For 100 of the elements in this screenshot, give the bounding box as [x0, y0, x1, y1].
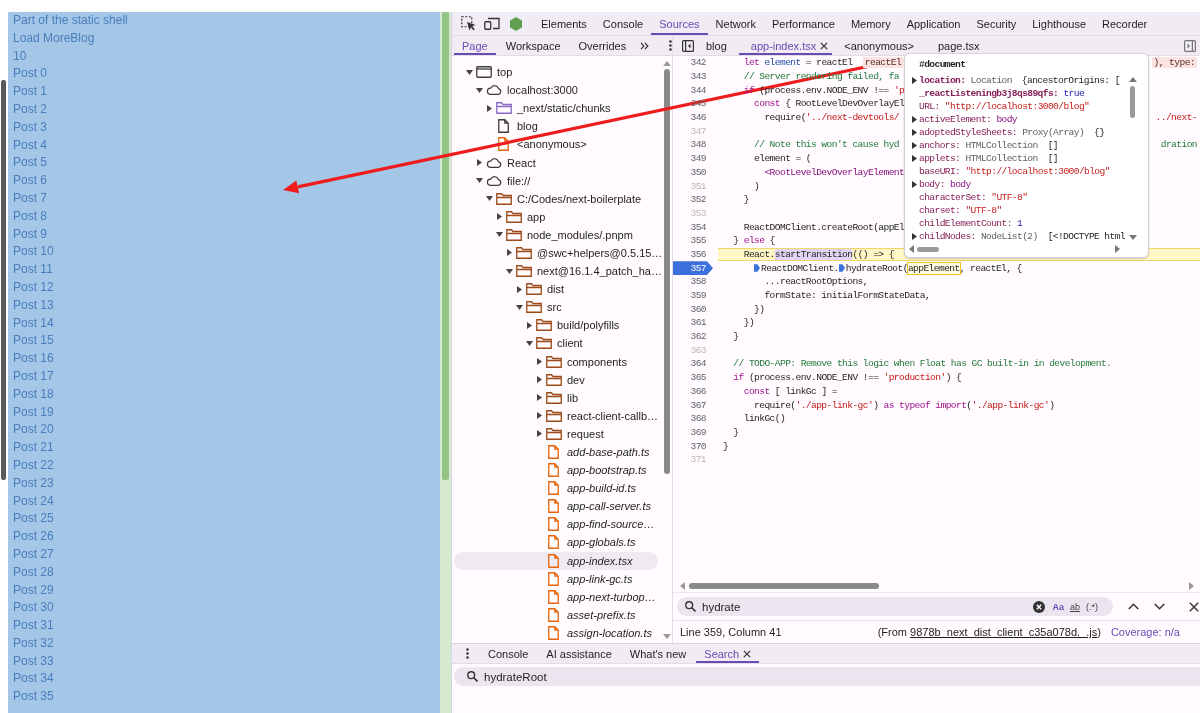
caret-right-icon[interactable]	[507, 249, 512, 257]
file-tab[interactable]: blog	[694, 36, 739, 55]
tree-item[interactable]: app-link-gc.ts	[454, 569, 658, 588]
line-number[interactable]: 345	[673, 97, 713, 111]
more-options-icon[interactable]	[466, 648, 469, 659]
panel-tab[interactable]: Application	[898, 12, 969, 35]
search-input[interactable]: hydrate	[702, 600, 1034, 613]
more-options-icon[interactable]	[669, 40, 672, 51]
caret-right-icon[interactable]	[527, 321, 532, 329]
caret-down-icon[interactable]	[516, 304, 523, 310]
tree-item[interactable]: add-base-path.ts	[454, 442, 658, 462]
tree-item[interactable]: app-globals.ts	[454, 533, 658, 552]
scroll-down-icon[interactable]	[663, 634, 671, 639]
caret-right-icon[interactable]	[537, 430, 542, 438]
line-number[interactable]: 359	[673, 288, 713, 303]
line-number[interactable]: 346	[673, 110, 713, 125]
scrollbar-thumb[interactable]	[689, 583, 879, 589]
line-number[interactable]: 361	[673, 316, 713, 330]
line-number[interactable]: 352	[673, 192, 713, 207]
tree-item[interactable]: client	[454, 334, 658, 353]
search-option[interactable]: Aa	[1049, 601, 1067, 612]
tree-item[interactable]: file://	[454, 171, 658, 190]
navigator-tab[interactable]: Page	[454, 36, 496, 55]
drawer-tab[interactable]: What's new	[621, 644, 695, 663]
panel-tab[interactable]: Elements	[533, 12, 595, 35]
scroll-up-icon[interactable]	[663, 61, 671, 66]
panel-tab[interactable]: Lighthouse	[1024, 12, 1095, 35]
caret-right-icon[interactable]	[537, 394, 542, 402]
search-field[interactable]: hydrateRoot	[454, 667, 1200, 686]
breakpoint-marker-icon[interactable]	[754, 264, 761, 273]
inspect-icon[interactable]	[461, 16, 476, 31]
line-number[interactable]: 370	[673, 439, 713, 453]
panel-tab[interactable]: Console	[594, 12, 652, 35]
line-number[interactable]: 364	[673, 357, 713, 371]
line-number[interactable]: 355	[673, 233, 713, 248]
line-number[interactable]: 343	[673, 69, 713, 84]
caret-right-icon[interactable]	[537, 358, 542, 366]
tree-item[interactable]: app-bootstrap.ts	[454, 461, 658, 480]
tree-item[interactable]: dist	[454, 280, 658, 299]
drawer-tab[interactable]: Search	[696, 644, 760, 663]
source-link[interactable]: 9878b_next_dist_client_c35a078d._.js	[910, 626, 1098, 638]
tree-item[interactable]: app-next-turbop…	[454, 587, 658, 606]
scroll-down-icon[interactable]	[1128, 235, 1137, 240]
tree-item[interactable]: localhost:3000	[454, 81, 658, 100]
line-number[interactable]: 358	[673, 275, 713, 289]
close-icon[interactable]	[820, 41, 829, 50]
tree-item[interactable]: components	[454, 352, 658, 371]
caret-right-icon[interactable]	[912, 142, 917, 149]
tree-item[interactable]: dev	[454, 370, 658, 389]
drawer-tab[interactable]: Console	[480, 644, 537, 663]
line-number[interactable]: 360	[673, 302, 713, 317]
file-tab[interactable]: page.tsx	[925, 36, 992, 55]
tree-item[interactable]: blog	[454, 117, 658, 136]
tree-item[interactable]: C:/Codes/next-boilerplate	[454, 189, 658, 208]
panel-tab[interactable]: Recorder	[1094, 12, 1156, 35]
caret-right-icon[interactable]	[912, 77, 917, 84]
scrollbar-thumb[interactable]	[1130, 86, 1135, 118]
line-number[interactable]: 344	[673, 83, 713, 98]
panel-tab[interactable]: Network	[707, 12, 764, 35]
caret-right-icon[interactable]	[912, 116, 917, 123]
caret-right-icon[interactable]	[477, 159, 482, 166]
tree-item[interactable]: react-client-callb…	[454, 406, 658, 425]
caret-right-icon[interactable]	[912, 129, 917, 136]
scrollbar-thumb[interactable]	[1, 80, 6, 480]
caret-down-icon[interactable]	[466, 69, 473, 75]
line-number[interactable]: 362	[673, 329, 713, 344]
line-number[interactable]: 357	[673, 261, 713, 275]
scroll-right-icon[interactable]	[1189, 582, 1194, 590]
line-number[interactable]: 366	[673, 384, 713, 399]
scroll-right-icon[interactable]	[1115, 245, 1120, 253]
caret-down-icon[interactable]	[486, 196, 493, 202]
device-icon[interactable]	[484, 17, 500, 30]
line-number[interactable]: 348	[673, 138, 713, 152]
caret-right-icon[interactable]	[912, 155, 917, 162]
tree-item[interactable]: app-call-server.ts	[454, 497, 658, 516]
caret-right-icon[interactable]	[537, 376, 542, 384]
tree-item[interactable]: React	[454, 153, 658, 172]
tree-item[interactable]: app-find-source…	[454, 515, 658, 534]
caret-right-icon[interactable]	[497, 213, 502, 221]
tree-item[interactable]: _next/static/chunks	[454, 99, 658, 118]
drawer-tab[interactable]: AI assistance	[538, 644, 620, 663]
scrollbar-thumb[interactable]	[664, 69, 670, 474]
scrollbar-thumb[interactable]	[917, 246, 939, 252]
tree-item[interactable]: <anonymous>	[454, 135, 658, 154]
line-number[interactable]: 354	[673, 220, 713, 234]
caret-right-icon[interactable]	[487, 104, 492, 112]
close-icon[interactable]	[743, 649, 752, 658]
line-number[interactable]: 367	[673, 398, 713, 412]
sidebar-toggle-icon[interactable]	[1184, 39, 1196, 52]
caret-right-icon[interactable]	[517, 285, 522, 293]
scroll-left-icon[interactable]	[909, 245, 914, 253]
coverage-status[interactable]: Coverage: n/a	[1110, 626, 1180, 638]
tree-item[interactable]: assign-location.ts	[454, 623, 658, 642]
scroll-left-icon[interactable]	[680, 582, 685, 590]
tree-item[interactable]: app	[454, 207, 658, 226]
panel-tab[interactable]: Security	[968, 12, 1025, 35]
tree-item[interactable]: build/polyfills	[454, 316, 658, 335]
line-number[interactable]: 349	[673, 151, 713, 166]
tree-item[interactable]: asset-prefix.ts	[454, 605, 658, 624]
breakpoint-marker-icon[interactable]	[838, 264, 845, 273]
